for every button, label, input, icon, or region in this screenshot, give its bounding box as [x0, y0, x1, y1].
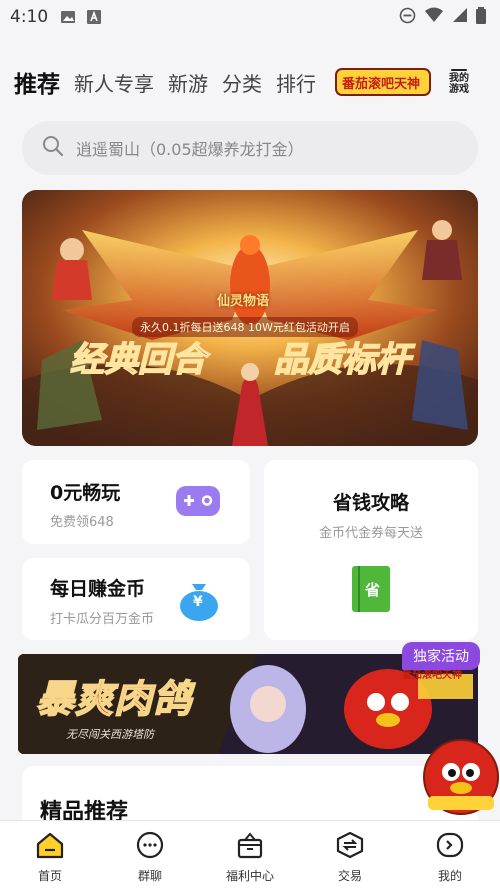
daily-coins-title: 每日赚金币	[50, 578, 146, 600]
banner-title-right: 品质标杆	[273, 339, 411, 381]
tab-category[interactable]: 分类	[222, 68, 262, 97]
hero-banner[interactable]: 仙灵物语 永久0.1折每日送648 10W元红包活动开启 经典回合 品质标杆	[22, 190, 478, 446]
nav-group-chat[interactable]: 群聊	[100, 821, 200, 889]
gamepad-icon	[174, 484, 222, 522]
game-logo-tab[interactable]: 番茄滚吧天神	[334, 65, 432, 99]
banner-game-logo: 仙灵物语	[217, 294, 270, 309]
banner-title-left: 经典回合	[69, 339, 207, 381]
exclusive-badge: 独家活动	[402, 642, 480, 670]
status-time: 4:10	[10, 7, 49, 27]
nav-home-label: 首页	[37, 869, 62, 883]
tab-recommend[interactable]: 推荐	[14, 65, 60, 99]
featured-section: 精品推荐	[22, 766, 478, 826]
my-games-button[interactable]: 我的 游戏	[442, 64, 476, 100]
my-games-line1: 我的	[449, 73, 469, 84]
promo-subtitle: 无尽闯关西游塔防	[66, 728, 154, 741]
money-bag-symbol: ¥	[193, 594, 203, 610]
free-play-sub: 免费领648	[50, 515, 114, 530]
game-logo-text: 番茄滚吧天神	[342, 77, 421, 92]
save-money-sub: 金币代金券每天送	[318, 526, 423, 541]
coupon-book-icon: 省	[350, 564, 392, 618]
save-money-title: 省钱攻略	[332, 492, 409, 514]
dnd-icon	[399, 7, 416, 28]
tab-new-games[interactable]: 新游	[168, 68, 208, 97]
status-bar: 4:10	[0, 0, 500, 34]
bottom-nav: 首页 群聊 福利中心 交易 我的	[0, 820, 500, 889]
tab-newcomer[interactable]: 新人专享	[74, 68, 154, 97]
battery-icon	[476, 6, 486, 28]
profile-icon	[435, 831, 465, 863]
nav-mine[interactable]: 我的	[400, 821, 500, 889]
chat-icon	[135, 831, 165, 863]
my-games-line2: 游戏	[449, 84, 469, 95]
search-icon	[42, 135, 64, 161]
trade-icon	[335, 831, 365, 863]
nav-trade[interactable]: 交易	[300, 821, 400, 889]
app-notification-icon	[86, 9, 102, 25]
nav-mine-label: 我的	[437, 869, 462, 883]
my-games-icon	[451, 69, 467, 71]
floating-mascot-button[interactable]	[422, 738, 500, 816]
image-notification-icon	[60, 9, 76, 25]
gift-icon	[235, 831, 265, 863]
daily-coins-sub: 打卡瓜分百万金币	[50, 612, 155, 627]
save-money-card[interactable]: 省钱攻略 金币代金券每天送 省	[264, 460, 478, 640]
free-play-card[interactable]: 0元畅玩 免费领648	[22, 460, 250, 544]
search-placeholder: 逍遥蜀山（0.05超爆养龙打金）	[76, 140, 304, 159]
nav-group-chat-label: 群聊	[137, 869, 162, 883]
home-icon	[35, 831, 65, 863]
free-play-title: 0元畅玩	[50, 482, 121, 504]
nav-trade-label: 交易	[337, 869, 362, 883]
top-tabs: 推荐 新人专享 新游 分类 排行 番茄滚吧天神 我的 游戏	[14, 60, 486, 104]
wifi-icon	[424, 7, 444, 27]
daily-coins-card[interactable]: 每日赚金币 打卡瓜分百万金币 ¥	[22, 558, 250, 640]
nav-home[interactable]: 首页	[0, 821, 100, 889]
promo-title: 暴爽肉鸽	[35, 676, 193, 722]
money-bag-icon: ¥	[178, 578, 220, 626]
nav-welfare[interactable]: 福利中心	[200, 821, 300, 889]
nav-welfare-label: 福利中心	[225, 869, 274, 883]
tab-ranking[interactable]: 排行	[276, 68, 316, 97]
coupon-book-symbol: 省	[365, 581, 381, 599]
signal-icon	[452, 7, 468, 27]
search-bar[interactable]: 逍遥蜀山（0.05超爆养龙打金）	[22, 121, 478, 175]
